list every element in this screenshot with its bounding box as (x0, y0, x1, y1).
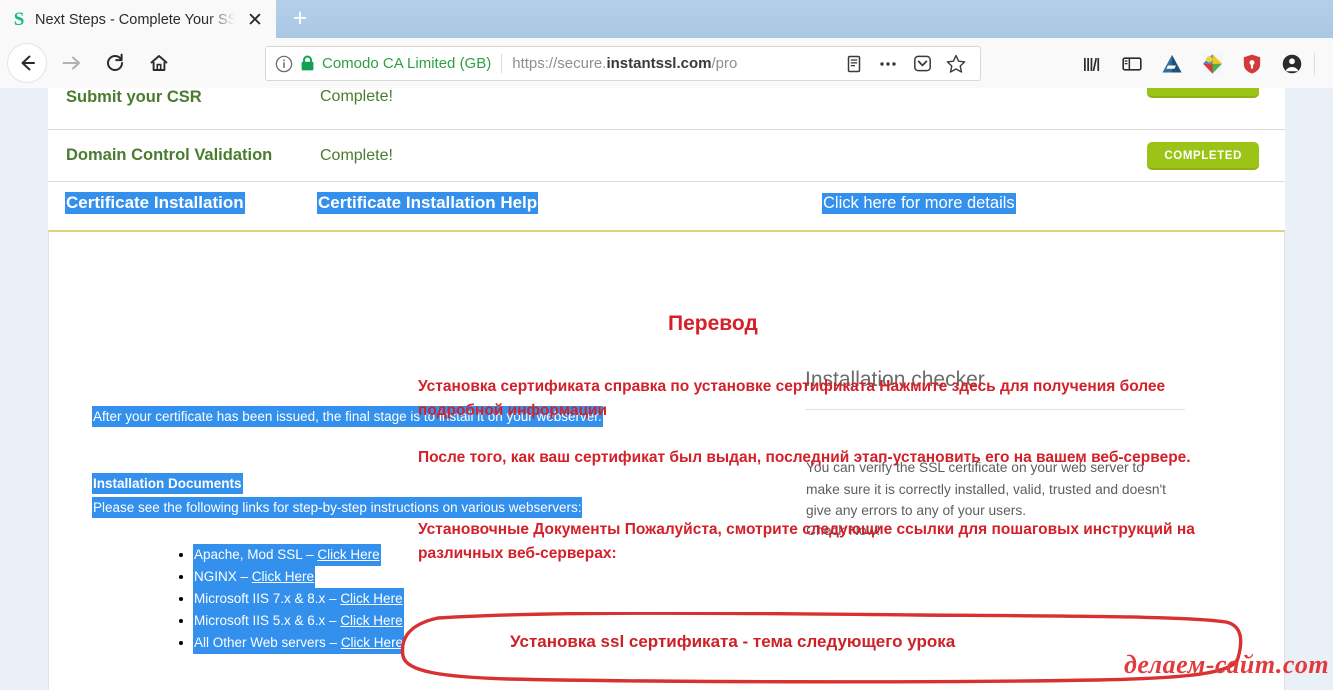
status-badge[interactable]: COMPLETED (1147, 141, 1259, 170)
step-status: Complete! (320, 88, 393, 105)
step-name: Submit your CSR (66, 88, 202, 106)
extension-blue-icon[interactable] (1152, 46, 1192, 82)
padlock-icon[interactable] (300, 55, 315, 72)
doc-link[interactable]: Click Here (340, 613, 402, 628)
installation-documents-intro: Please see the following links for step-… (93, 498, 582, 517)
list-item: Microsoft IIS 7.x & 8.x – Click Here (194, 589, 403, 609)
doc-label: All Other Web servers – (194, 635, 341, 650)
url-text[interactable]: https://secure.instantssl.com/pro (512, 55, 794, 72)
reader-view-icon[interactable] (839, 49, 869, 79)
tab-certificate-installation-help[interactable]: Certificate Installation Help (318, 193, 538, 213)
close-icon[interactable]: ✕ (244, 10, 266, 32)
list-item: Apache, Mod SSL – Click Here (194, 545, 403, 565)
list-item: All Other Web servers – Click Here (194, 633, 404, 653)
annotation-block-2: После того, как ваш сертификат был выдан… (418, 449, 1191, 466)
adguard-shield-icon[interactable] (1232, 46, 1272, 82)
pocket-save-icon[interactable] (907, 49, 937, 79)
reload-icon[interactable] (96, 44, 134, 82)
account-icon[interactable] (1272, 46, 1312, 82)
doc-label: Microsoft IIS 7.x & 8.x – (194, 591, 341, 606)
certificate-owner-label: Comodo CA Limited (GB) (322, 55, 492, 72)
address-bar[interactable]: Comodo CA Limited (GB) https://secure.in… (265, 46, 981, 81)
annotation-block-3: Установочные Документы Пожалуйста, смотр… (418, 521, 1195, 562)
doc-link[interactable]: Click Here (252, 569, 314, 584)
doc-label: NGINX – (194, 569, 252, 584)
doc-link[interactable]: Click Here (317, 547, 379, 562)
bookmark-star-icon[interactable] (941, 49, 971, 79)
url-prefix: https://secure. (512, 55, 607, 72)
page-actions-ellipsis-icon[interactable] (873, 49, 903, 79)
doc-label: Apache, Mod SSL – (194, 547, 318, 562)
sidebar-icon[interactable] (1112, 46, 1152, 82)
table-row: Submit your CSR Complete! COMPLETED (48, 88, 1285, 130)
tab-certificate-installation[interactable]: Certificate Installation (66, 193, 244, 213)
annotation-title: Перевод (668, 312, 758, 335)
back-icon[interactable] (8, 44, 46, 82)
tab-strip: S Next Steps - Complete Your SS ✕ + (0, 0, 1333, 38)
new-tab-button[interactable]: + (287, 6, 313, 32)
sectigo-s-favicon: S (13, 9, 25, 30)
browser-tab[interactable]: S Next Steps - Complete Your SS ✕ (0, 0, 276, 38)
doc-link[interactable]: Click Here (340, 591, 402, 606)
url-domain: instantssl.com (606, 55, 712, 72)
tab-title: Next Steps - Complete Your SS (35, 12, 235, 28)
link-more-details[interactable]: Click here for more details (823, 194, 1015, 213)
status-badge[interactable]: COMPLETED (1147, 88, 1259, 98)
info-circle-icon[interactable] (275, 55, 293, 73)
extension-colorful-icon[interactable] (1192, 46, 1232, 82)
step-name: Domain Control Validation (66, 146, 273, 164)
installation-documents-heading: Installation Documents (93, 474, 242, 493)
browser-toolbar-right (1072, 46, 1317, 82)
annotation-bottom-callout: Установка ssl сертификата - тема следующ… (510, 632, 956, 651)
browser-window: S Next Steps - Complete Your SS ✕ + Como… (0, 0, 1333, 690)
library-icon[interactable] (1072, 46, 1112, 82)
list-item: Microsoft IIS 5.x & 6.x – Click Here (194, 611, 403, 631)
annotation-block-1: Установка сертификата справка по установ… (418, 378, 1166, 419)
table-row: Domain Control Validation Complete! COMP… (48, 130, 1285, 182)
step-status: Complete! (320, 146, 393, 164)
home-icon[interactable] (140, 44, 178, 82)
url-suffix: /pro (711, 55, 738, 72)
scrollbar[interactable] (1329, 88, 1333, 690)
urlbar-divider (501, 54, 503, 73)
doc-label: Microsoft IIS 5.x & 6.x – (194, 613, 341, 628)
forward-icon[interactable] (52, 44, 90, 82)
installation-documents-list: Apache, Mod SSL – Click Here NGINX – Cli… (194, 545, 404, 655)
urlbar-actions (839, 49, 980, 79)
certificate-tabs: Certificate Installation Certificate Ins… (48, 182, 1285, 230)
doc-link[interactable]: Click Here (341, 635, 403, 650)
list-item: NGINX – Click Here (194, 567, 403, 587)
watermark: делаем-сайт.com (1124, 650, 1330, 679)
toolbar-divider (1314, 53, 1315, 75)
